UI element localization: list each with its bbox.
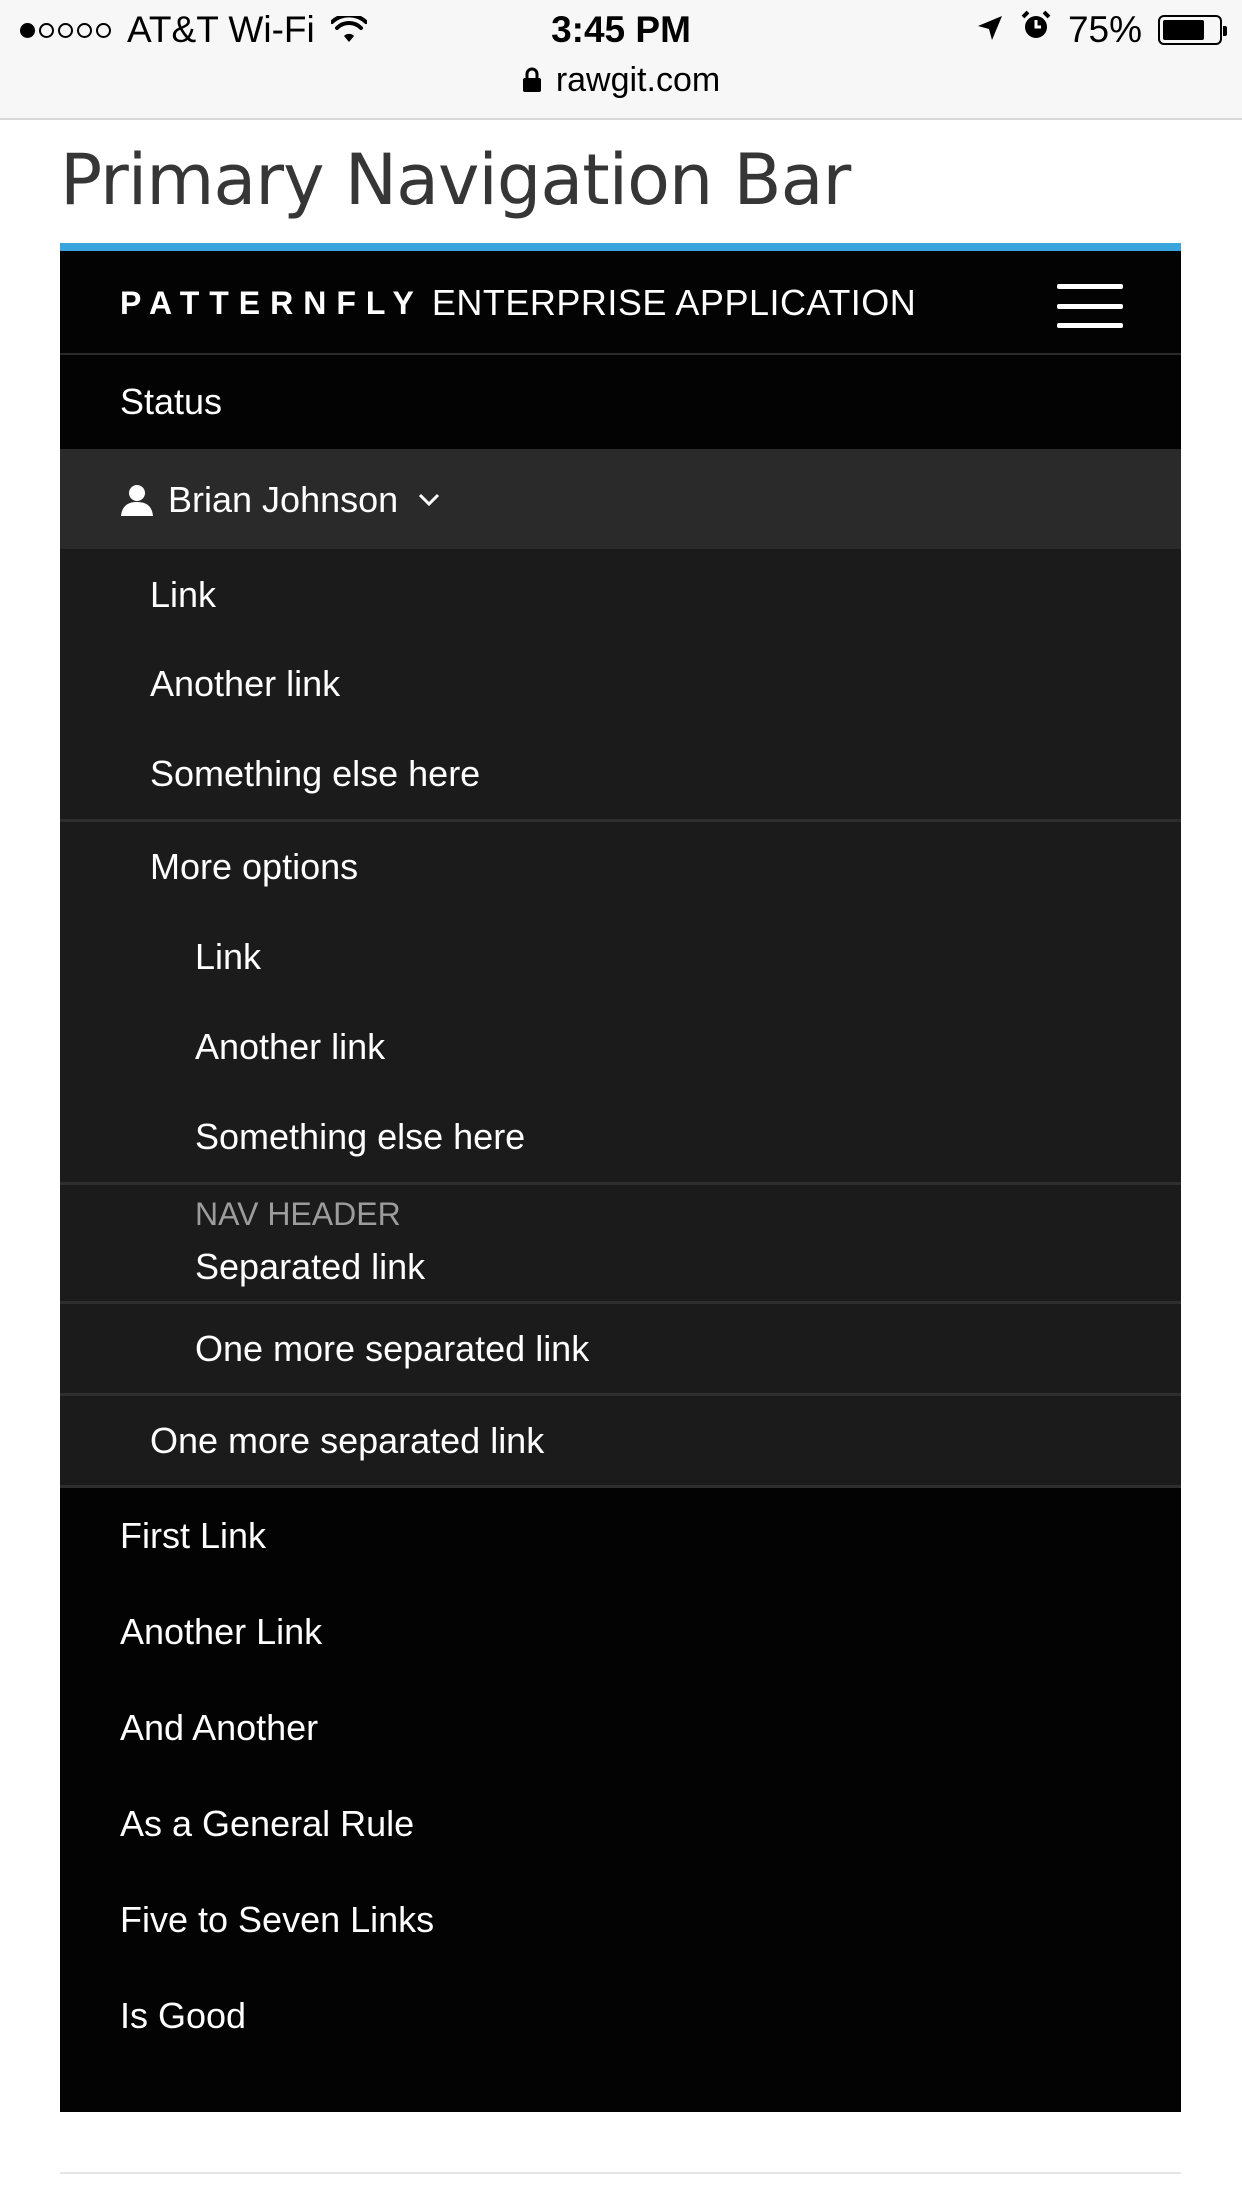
submenu-toggle-more-options[interactable]: More options	[60, 822, 1181, 912]
address-bar[interactable]: rawgit.com	[0, 58, 1242, 102]
nav-item-another-link[interactable]: Another Link	[60, 1584, 1181, 1680]
nav-item-label: Status	[120, 381, 223, 422]
nav-item-first-link[interactable]: First Link	[60, 1488, 1181, 1584]
submenu-nav-header: NAV HEADER	[195, 1196, 401, 1232]
hamburger-menu-icon[interactable]	[1057, 284, 1123, 328]
status-bar: AT&T Wi-Fi 3:45 PM 75% rawgit.com	[0, 0, 1242, 120]
nav-item-is-good[interactable]: Is Good	[60, 1968, 1181, 2064]
nav-item-status[interactable]: Status	[60, 355, 1181, 451]
chevron-down-icon	[418, 493, 440, 507]
dropdown-item-link[interactable]: Link	[60, 549, 1181, 639]
dropdown-item-one-more-separated-link[interactable]: One more separated link	[60, 1396, 1181, 1485]
dropdown-item-another-link[interactable]: Another link	[60, 639, 1181, 729]
alarm-icon	[1020, 9, 1052, 51]
brand-app-name: ENTERPRISE APPLICATION	[431, 282, 917, 323]
status-right: 75%	[960, 8, 1227, 52]
brand-name: PATTERNFLY	[120, 284, 424, 321]
user-name: Brian Johnson	[168, 479, 399, 520]
nav-item-general-rule[interactable]: As a General Rule	[60, 1776, 1181, 1872]
nav-item-five-to-seven[interactable]: Five to Seven Links	[60, 1872, 1181, 1968]
section-divider	[60, 2172, 1181, 2174]
user-icon	[120, 483, 154, 517]
navbar-header: PATTERNFLY ENTERPRISE APPLICATION	[60, 251, 1181, 355]
user-dropdown-toggle[interactable]: Brian Johnson	[60, 451, 1181, 549]
dropdown-item-something-else[interactable]: Something else here	[60, 729, 1181, 819]
page-title: Primary Navigation Bar	[60, 139, 851, 221]
submenu-item-another-link[interactable]: Another link	[60, 1002, 1181, 1092]
battery-icon	[1158, 15, 1227, 45]
submenu-item-separated-link[interactable]: Separated link	[60, 1233, 1181, 1301]
url-text: rawgit.com	[555, 60, 721, 99]
submenu-item-link[interactable]: Link	[60, 912, 1181, 1002]
lock-icon	[522, 67, 542, 93]
location-icon	[976, 9, 1004, 51]
nav-item-and-another[interactable]: And Another	[60, 1680, 1181, 1776]
submenu-item-something-else[interactable]: Something else here	[60, 1092, 1181, 1182]
battery-percent: 75%	[1067, 9, 1142, 50]
primary-navigation-bar: PATTERNFLY ENTERPRISE APPLICATION Status…	[60, 243, 1181, 2112]
user-dropdown-menu: Link Another link Something else here Mo…	[60, 549, 1181, 1488]
submenu-item-one-more-separated-link[interactable]: One more separated link	[60, 1304, 1181, 1393]
brand[interactable]: PATTERNFLY ENTERPRISE APPLICATION	[120, 251, 916, 355]
